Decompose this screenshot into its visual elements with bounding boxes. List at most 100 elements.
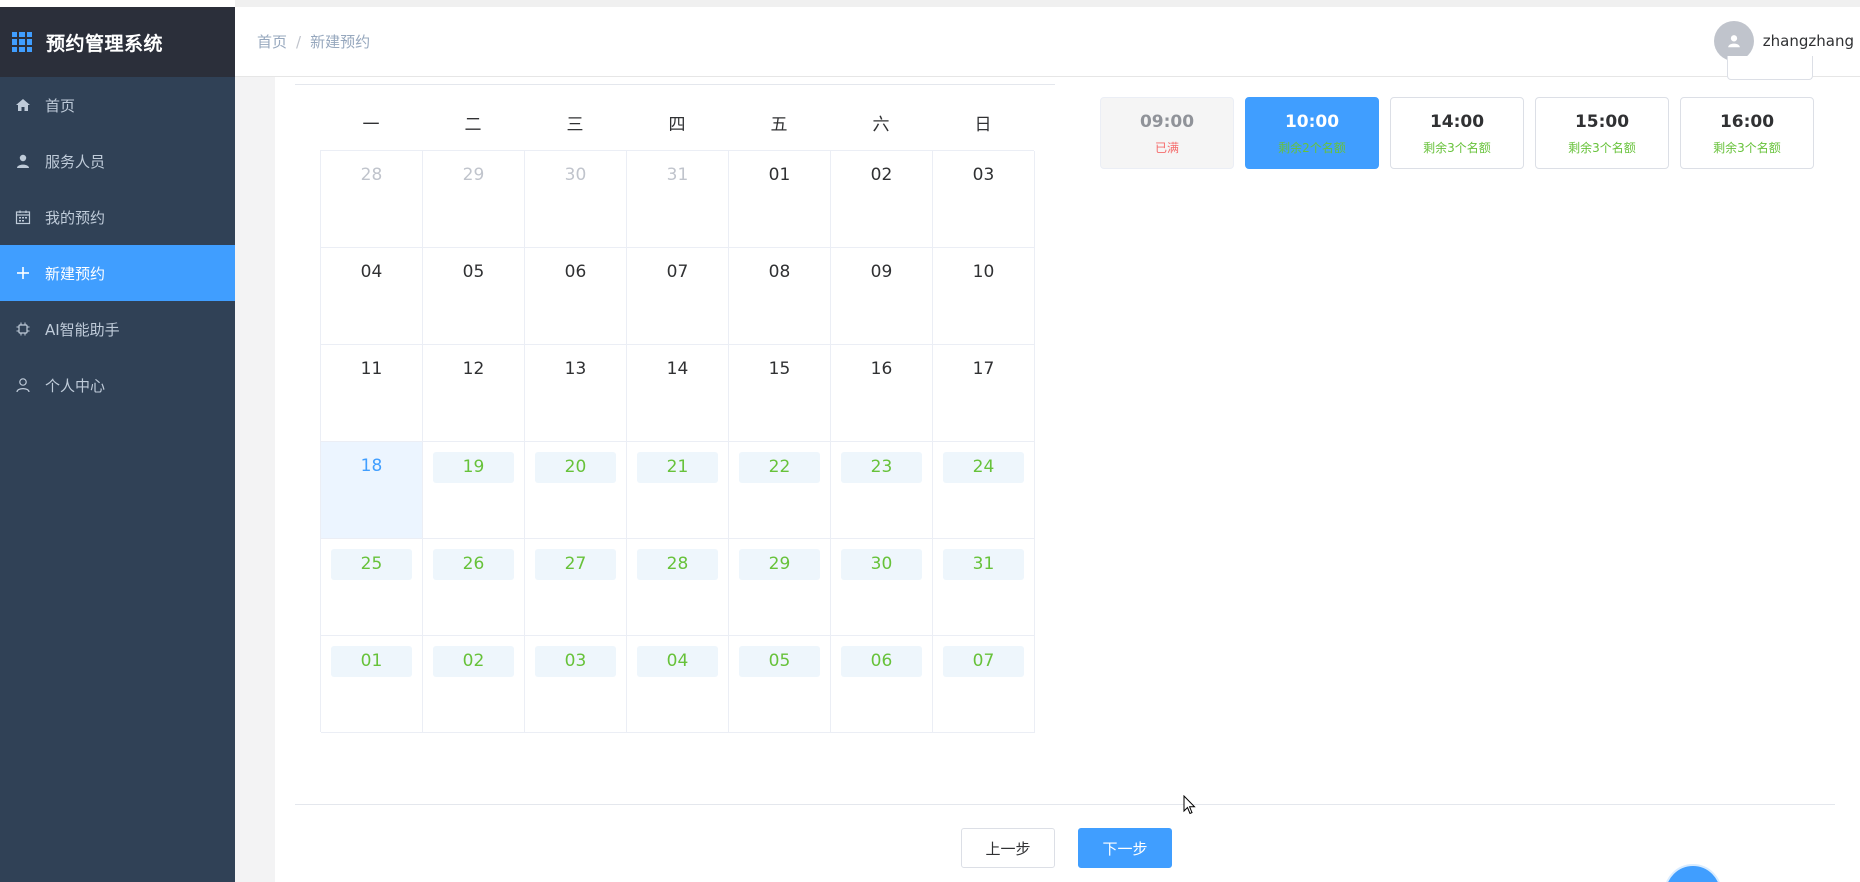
breadcrumb-home[interactable]: 首页 bbox=[257, 31, 287, 52]
sidebar-item-label: 我的预约 bbox=[45, 208, 106, 227]
calendar-day-cell[interactable]: 30 bbox=[525, 151, 627, 248]
sidebar-item-label: AI智能助手 bbox=[45, 320, 120, 339]
calendar-day-cell[interactable]: 04 bbox=[321, 248, 423, 345]
calendar-day-cell[interactable]: 05 bbox=[423, 248, 525, 345]
calendar-day-cell[interactable]: 06 bbox=[831, 636, 933, 733]
calendar-day-cell[interactable]: 03 bbox=[525, 636, 627, 733]
calendar-day-number: 12 bbox=[462, 359, 485, 379]
calendar-day-number: 17 bbox=[972, 359, 995, 379]
calendar-day-cell[interactable]: 29 bbox=[423, 151, 525, 248]
calendar-day-number: 26 bbox=[433, 549, 514, 580]
calendar-day-cell[interactable]: 01 bbox=[729, 151, 831, 248]
sidebar-item-label: 个人中心 bbox=[45, 376, 106, 395]
calendar-day-cell[interactable]: 31 bbox=[933, 539, 1035, 636]
calendar-day-cell[interactable]: 13 bbox=[525, 345, 627, 442]
calendar-day-cell[interactable]: 15 bbox=[729, 345, 831, 442]
calendar-day-number: 28 bbox=[637, 549, 718, 580]
sidebar: 预约管理系统 首页 服务人员 我的预约 新建预约 AI智能助手 个人中心 bbox=[0, 0, 235, 882]
calendar-day-cell[interactable]: 09 bbox=[831, 248, 933, 345]
top-header: 首页 / 新建预约 zhangzhang bbox=[235, 0, 1860, 77]
calendar-day-cell[interactable]: 19 bbox=[423, 442, 525, 539]
calendar-day-number: 18 bbox=[360, 456, 383, 476]
calendar-day-cell[interactable]: 11 bbox=[321, 345, 423, 442]
slot-time: 16:00 bbox=[1719, 112, 1775, 132]
time-slot-0900[interactable]: 09:00 已满 bbox=[1100, 97, 1234, 169]
calendar-day-cell[interactable]: 06 bbox=[525, 248, 627, 345]
calendar-day-cell[interactable]: 01 bbox=[321, 636, 423, 733]
plus-icon bbox=[15, 265, 31, 281]
calendar-day-cell[interactable]: 27 bbox=[525, 539, 627, 636]
calendar-day-cell[interactable]: 07 bbox=[933, 636, 1035, 733]
person-icon bbox=[15, 377, 31, 393]
mouse-cursor-icon bbox=[1183, 795, 1196, 815]
user-avatar-icon bbox=[1727, 35, 1740, 48]
calendar-day-number: 06 bbox=[564, 262, 587, 282]
username[interactable]: zhangzhang bbox=[1763, 32, 1854, 50]
slot-time: 15:00 bbox=[1574, 112, 1630, 132]
calendar-day-number: 01 bbox=[331, 646, 412, 677]
sidebar-item-profile[interactable]: 个人中心 bbox=[0, 357, 235, 413]
calendar-day-number: 15 bbox=[768, 359, 791, 379]
calendar-day-cell[interactable]: 05 bbox=[729, 636, 831, 733]
calendar-day-cell[interactable]: 17 bbox=[933, 345, 1035, 442]
calendar-day-cell[interactable]: 02 bbox=[831, 151, 933, 248]
calendar-grid: 28 29 30 31 01 02 03 04 05 06 07 08 09 10 11 12 13 14 15 16… bbox=[320, 150, 1035, 733]
sidebar-item-my-appointments[interactable]: 我的预约 bbox=[0, 189, 235, 245]
calendar-day-number: 04 bbox=[637, 646, 718, 677]
calendar-day-number: 10 bbox=[972, 262, 995, 282]
calendar-day-cell[interactable]: 18 bbox=[321, 442, 423, 539]
calendar-day-number: 28 bbox=[360, 165, 383, 185]
calendar-day-cell[interactable]: 12 bbox=[423, 345, 525, 442]
time-slot-1600[interactable]: 16:00 剩余3个名额 bbox=[1680, 97, 1814, 169]
calendar-day-cell[interactable]: 03 bbox=[933, 151, 1035, 248]
calendar-day-cell[interactable]: 20 bbox=[525, 442, 627, 539]
calendar-day-cell[interactable]: 28 bbox=[321, 151, 423, 248]
calendar-icon bbox=[15, 209, 31, 225]
sidebar-item-staff[interactable]: 服务人员 bbox=[0, 133, 235, 189]
time-slot-1500[interactable]: 15:00 剩余3个名额 bbox=[1535, 97, 1669, 169]
user-icon bbox=[15, 153, 31, 169]
calendar-day-cell[interactable]: 30 bbox=[831, 539, 933, 636]
calendar-day-cell[interactable]: 14 bbox=[627, 345, 729, 442]
calendar-day-cell[interactable]: 26 bbox=[423, 539, 525, 636]
calendar-day-cell[interactable]: 07 bbox=[627, 248, 729, 345]
calendar-day-cell[interactable]: 31 bbox=[627, 151, 729, 248]
calendar-day-number: 27 bbox=[535, 549, 616, 580]
weekday-label: 二 bbox=[464, 115, 482, 135]
sidebar-item-ai-assistant[interactable]: AI智能助手 bbox=[0, 301, 235, 357]
time-slot-1000[interactable]: 10:00 剩余2个名额 bbox=[1245, 97, 1379, 169]
calendar-day-cell[interactable]: 24 bbox=[933, 442, 1035, 539]
calendar-day-cell[interactable]: 10 bbox=[933, 248, 1035, 345]
time-slot-1400[interactable]: 14:00 剩余3个名额 bbox=[1390, 97, 1524, 169]
prev-step-button[interactable]: 上一步 bbox=[961, 828, 1055, 868]
calendar-day-cell[interactable]: 23 bbox=[831, 442, 933, 539]
avatar[interactable] bbox=[1713, 21, 1754, 61]
sidebar-item-new-appointment[interactable]: 新建预约 bbox=[0, 245, 235, 301]
calendar-day-cell[interactable]: 02 bbox=[423, 636, 525, 733]
calendar-day-number: 07 bbox=[943, 646, 1024, 677]
calendar-day-number: 05 bbox=[462, 262, 485, 282]
top-right-button[interactable] bbox=[1727, 56, 1813, 80]
calendar-day-cell[interactable]: 25 bbox=[321, 539, 423, 636]
calendar-day-number: 24 bbox=[943, 452, 1024, 483]
calendar-day-number: 31 bbox=[666, 165, 689, 185]
footer-divider bbox=[295, 804, 1835, 805]
calendar-day-number: 05 bbox=[739, 646, 820, 677]
calendar-day-cell[interactable]: 29 bbox=[729, 539, 831, 636]
calendar-day-cell[interactable]: 04 bbox=[627, 636, 729, 733]
calendar-day-cell[interactable]: 16 bbox=[831, 345, 933, 442]
slot-status: 已满 bbox=[1154, 141, 1179, 155]
calendar-day-number: 01 bbox=[768, 165, 791, 185]
next-step-button[interactable]: 下一步 bbox=[1078, 828, 1172, 868]
sidebar-item-home[interactable]: 首页 bbox=[0, 77, 235, 133]
calendar-day-number: 25 bbox=[331, 549, 412, 580]
sidebar-item-label: 新建预约 bbox=[45, 264, 106, 283]
user-menu[interactable]: zhangzhang bbox=[1713, 21, 1854, 61]
calendar-day-number: 19 bbox=[433, 452, 514, 483]
calendar-day-number: 22 bbox=[739, 452, 820, 483]
calendar-day-cell[interactable]: 28 bbox=[627, 539, 729, 636]
calendar-day-cell[interactable]: 08 bbox=[729, 248, 831, 345]
calendar-day-cell[interactable]: 21 bbox=[627, 442, 729, 539]
breadcrumb-separator: / bbox=[296, 32, 302, 51]
calendar-day-cell[interactable]: 22 bbox=[729, 442, 831, 539]
